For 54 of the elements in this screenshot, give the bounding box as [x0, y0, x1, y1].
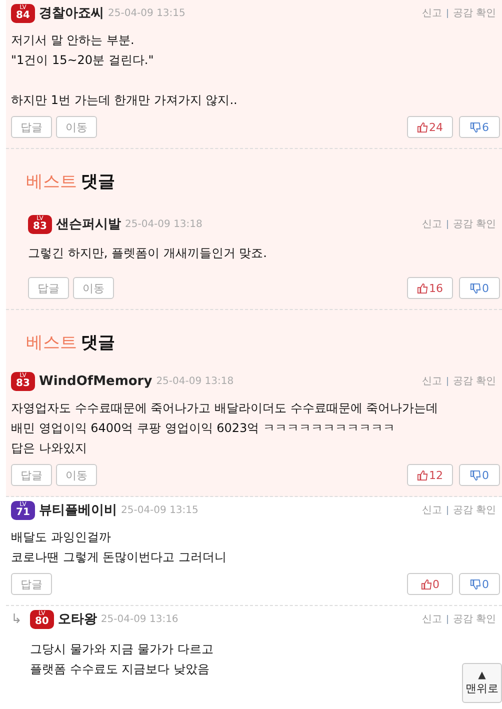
reply-button[interactable]: 답글: [28, 277, 69, 299]
upvote-button[interactable]: 16: [407, 277, 453, 299]
best-label: 베스트: [26, 170, 77, 192]
thumbs-down-icon: [470, 470, 481, 480]
downvote-button[interactable]: 0: [459, 277, 500, 299]
author-name[interactable]: 샌슨퍼시발: [56, 215, 121, 233]
author-name[interactable]: WindOfMemory: [39, 374, 152, 388]
comment-text: 저기서 말 안하는 부분. "1건이 15~20분 걸린다." 하지만 1번 가는데 한개만 가져가지 않지..: [11, 32, 238, 109]
timestamp: 25-04-09 13:18: [156, 376, 234, 386]
move-button[interactable]: 이동: [73, 277, 114, 299]
thumbs-up-icon: [417, 470, 428, 480]
comments-label: 댓글: [81, 332, 115, 354]
thumbs-up-icon: [420, 578, 432, 590]
upvote-button[interactable]: 12: [407, 464, 453, 486]
thumbs-up-icon: [417, 282, 428, 294]
thumbs-down-icon: [470, 578, 481, 590]
upvote-button[interactable]: 24: [407, 116, 453, 138]
reply-button[interactable]: 답글: [11, 573, 52, 595]
likes-link[interactable]: 공감 확인: [452, 374, 496, 388]
best-label: 베스트: [26, 332, 77, 354]
comment-text: 자영업자도 수수료때문에 죽어나가고 배달라이더도 수수료때문에 죽어나가는데 배민 영업이익 6400억 쿠팡 영업이익 6023억 ㅋㅋㅋㅋㅋㅋㅋㅋㅋㅋㅋ 답은 나와있지: [11, 400, 438, 457]
author-name[interactable]: 경찰아죠씨: [39, 4, 104, 22]
reply-button[interactable]: 답글: [11, 464, 52, 486]
comment-text: 그렇긴 하지만, 플렛폼이 개새끼들인거 맞죠.: [28, 245, 267, 262]
back-to-top-button[interactable]: ▲ 맨위로: [462, 663, 502, 703]
likes-link[interactable]: 공감 확인: [452, 217, 496, 231]
likes-link[interactable]: 공감 확인: [452, 503, 496, 517]
downvote-button[interactable]: 0: [459, 573, 500, 595]
reply-arrow: ↳: [11, 612, 22, 626]
likes-link[interactable]: 공감 확인: [452, 612, 496, 626]
move-button[interactable]: 이동: [56, 116, 97, 138]
comment-text: 배달도 과잉인걸까 코로나땐 그렇게 돈많이번다고 그러더니: [11, 529, 226, 566]
timestamp: 25-04-09 13:16: [100, 614, 178, 624]
report-link[interactable]: 신고: [422, 217, 442, 231]
comment-text: 그당시 물가와 지금 물가가 다르고 플랫폼 수수료도 지금보다 낮았음: [30, 641, 214, 678]
thumbs-down-icon: [470, 122, 481, 132]
move-button[interactable]: 이동: [56, 464, 97, 486]
downvote-button[interactable]: 6: [459, 116, 500, 138]
thumbs-up-icon: [417, 122, 428, 132]
comments-label: 댓글: [81, 170, 115, 192]
report-link[interactable]: 신고: [422, 503, 442, 517]
upvote-button[interactable]: 0: [407, 573, 453, 595]
timestamp: 25-04-09 13:18: [125, 218, 202, 230]
timestamp: 25-04-09 13:15: [108, 8, 186, 18]
report-link[interactable]: 신고: [422, 374, 442, 388]
thumbs-down-icon: [470, 282, 481, 294]
author-name[interactable]: 뷰티플베이비: [39, 501, 117, 519]
author-name[interactable]: 오타왕: [58, 610, 97, 628]
report-link[interactable]: 신고: [422, 612, 442, 626]
report-link[interactable]: 신고: [422, 6, 442, 20]
reply-button[interactable]: 답글: [11, 116, 52, 138]
timestamp: 25-04-09 13:15: [121, 504, 198, 516]
likes-link[interactable]: 공감 확인: [452, 6, 496, 20]
downvote-button[interactable]: 0: [459, 464, 500, 486]
